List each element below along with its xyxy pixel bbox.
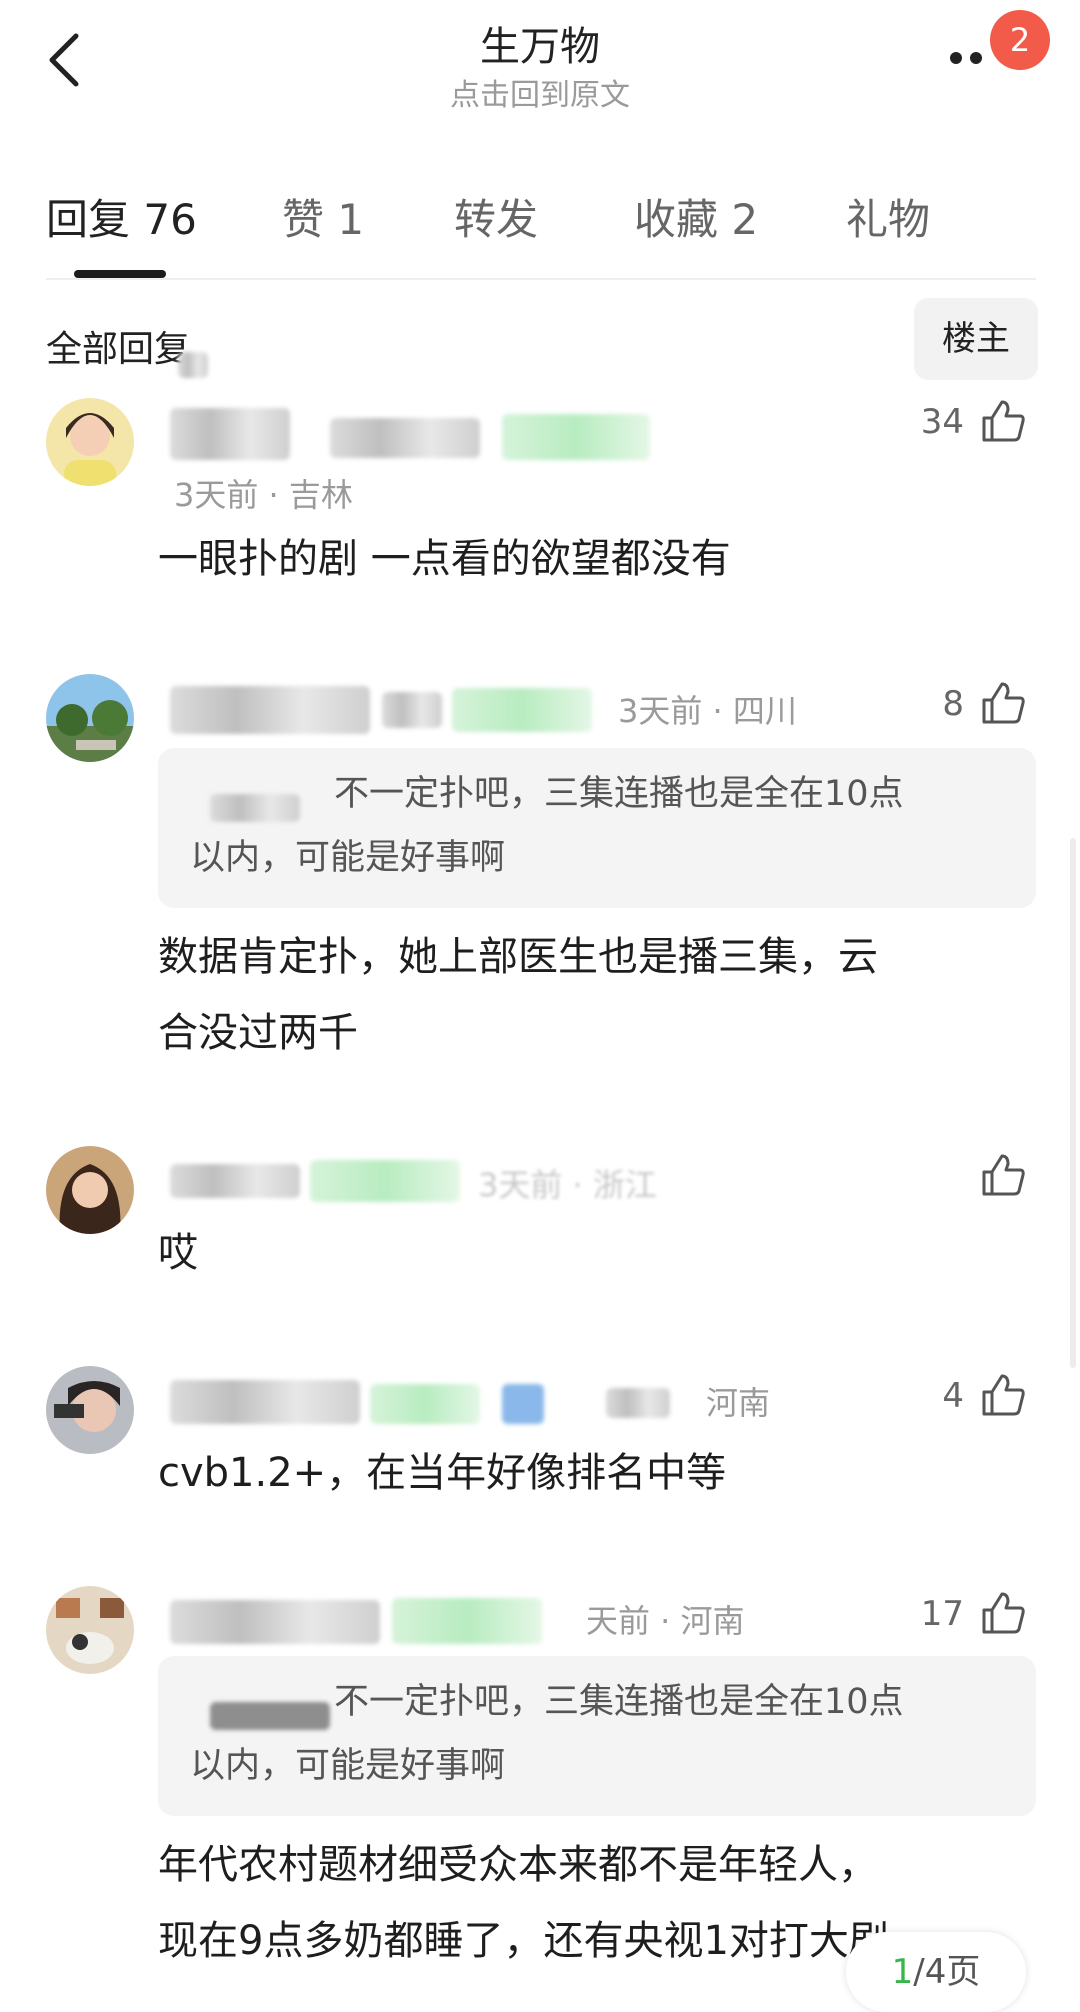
tab-favorites[interactable]: 收藏 2 [634,186,758,247]
quoted-reply[interactable]: 不一定扑吧，三集连播也是全在10点 以内，可能是好事啊 [158,1656,1036,1816]
quoted-text-line: 以内，可能是好事啊 [190,838,506,878]
comment-text: 一眼扑的剧 一点看的欲望都没有 [158,536,731,582]
redacted-username [170,686,370,734]
like-count: 4 [942,1376,964,1416]
like-button[interactable] [980,1590,1026,1636]
comment-meta: 3天前 · 四川 [618,692,797,730]
tab-replies[interactable]: 回复 76 [46,186,197,247]
tab-gifts[interactable]: 礼物 [846,186,930,247]
user-tag [370,1384,480,1424]
redacted-text [606,1388,670,1418]
avatar[interactable] [46,1586,134,1674]
comment-text: 现在9点多奶都睡了，还有央视1对打大剧 [158,1918,889,1964]
scrollbar[interactable] [1070,838,1076,1368]
page-indicator[interactable]: 1/4页 [846,1932,1026,2012]
avatar[interactable] [46,674,134,762]
quoted-reply[interactable]: 不一定扑吧，三集连播也是全在10点 以内，可能是好事啊 [158,748,1036,908]
redacted-username [170,1600,380,1644]
comment-text: 数据肯定扑，她上部医生也是播三集，云 [158,934,878,980]
like-count: 34 [920,402,964,442]
user-tag [392,1598,542,1644]
comment-text: 哎 [158,1230,198,1276]
owner-only-button[interactable]: 楼主 [914,298,1038,380]
like-button[interactable] [980,1152,1026,1198]
thumbs-up-icon [982,1592,1025,1634]
redacted-username [170,1164,300,1198]
comment-text: cvb1.2+，在当年好像排名中等 [158,1450,727,1496]
redacted-username [210,1702,330,1730]
thumbs-up-icon [982,682,1025,724]
quoted-text-line: 不一定扑吧，三集连播也是全在10点 [334,774,904,814]
avatar[interactable] [46,1366,134,1454]
all-replies-label: 全部回复 [46,329,191,370]
back-to-original-link[interactable]: 点击回到原文 [0,70,1080,114]
avatar[interactable] [46,398,134,486]
tab-forward[interactable]: 转发 [454,186,538,247]
thumbs-up-icon [982,1154,1025,1196]
thumbs-up-icon [982,400,1025,442]
redacted-username [210,794,300,822]
comment-text: 合没过两千 [158,1010,358,1056]
redacted-username [170,1380,360,1424]
tab-divider [46,278,1036,280]
avatar[interactable] [46,1146,134,1234]
active-tab-indicator [74,270,166,278]
user-tag [310,1160,460,1202]
like-count: 17 [920,1594,964,1634]
notification-badge[interactable]: 2 [990,10,1050,70]
user-tag [502,414,650,460]
comment-text: 年代农村题材细受众本来都不是年轻人， [158,1842,878,1888]
comment-meta: 3天前 · 吉林 [174,476,353,514]
redacted-badge [502,1384,544,1424]
like-button[interactable] [980,680,1026,726]
comment-meta: 河南 [706,1384,771,1422]
thumbs-up-icon [982,1374,1025,1416]
like-count: 8 [942,684,964,724]
tab-likes[interactable]: 赞 1 [282,186,364,247]
redacted-username [170,408,290,460]
user-tag [452,688,592,732]
redacted-username [382,692,442,728]
redacted-username [330,418,480,458]
comment-meta: 天前 · 河南 [586,1602,745,1640]
quoted-text-line: 以内，可能是好事啊 [190,1746,506,1786]
quoted-text-line: 不一定扑吧，三集连播也是全在10点 [334,1682,904,1722]
like-button[interactable] [980,1372,1026,1418]
total-pages: /4页 [913,1952,981,1992]
current-page: 1 [891,1952,914,1992]
redacted-text [178,352,208,378]
comment-meta: 3天前 · 浙江 [478,1166,657,1204]
like-button[interactable] [980,398,1026,444]
page-title: 生万物 [480,24,600,70]
